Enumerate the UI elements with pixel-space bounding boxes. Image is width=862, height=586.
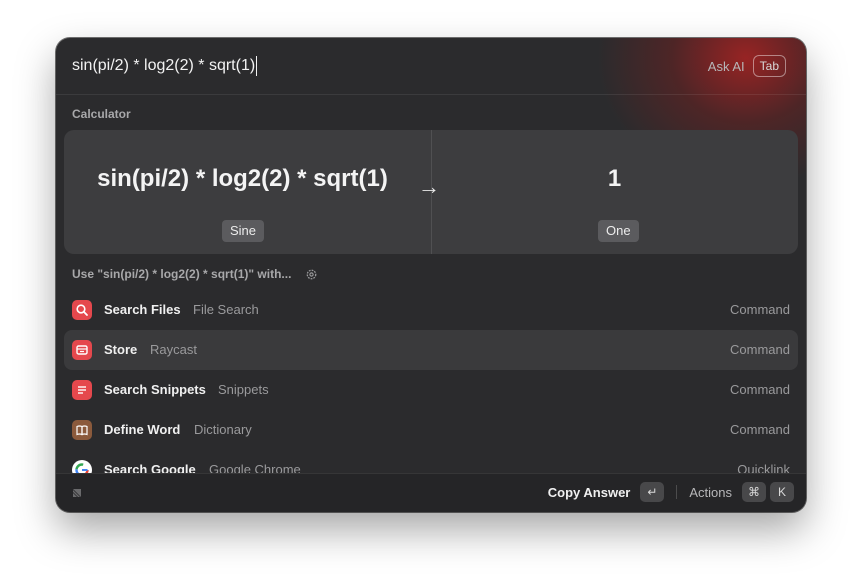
results-list: Search Files File Search Command Store R… [56, 290, 806, 473]
search-input[interactable]: sin(pi/2) * log2(2) * sqrt(1) [72, 55, 258, 77]
list-item-accessory: Quicklink [737, 462, 790, 473]
list-item-subtitle: File Search [193, 302, 259, 317]
k-key-hint: K [770, 482, 794, 502]
tab-key-hint: Tab [752, 55, 786, 77]
store-icon [72, 340, 92, 360]
list-item-subtitle: Snippets [218, 382, 269, 397]
list-item[interactable]: Store Raycast Command [64, 330, 798, 370]
list-item-title: Search Google [104, 462, 196, 473]
result-tag: One [598, 220, 639, 242]
copy-answer-button[interactable]: Copy Answer [548, 485, 631, 500]
search-bar: sin(pi/2) * log2(2) * sqrt(1) Ask AI Tab [56, 38, 806, 95]
calculator-section-title: Calculator [72, 107, 131, 121]
list-item-subtitle: Google Chrome [209, 462, 301, 473]
gear-icon[interactable] [305, 268, 318, 281]
list-item-accessory: Command [730, 422, 790, 437]
text-caret [256, 56, 258, 76]
ask-ai-label: Ask AI [707, 58, 745, 74]
list-item-accessory: Command [730, 342, 790, 357]
list-item-title: Search Snippets [104, 382, 206, 397]
list-item[interactable]: Search Google Google Chrome Quicklink [64, 450, 798, 473]
search-query-text: sin(pi/2) * log2(2) * sqrt(1) [72, 57, 256, 74]
list-item-subtitle: Dictionary [194, 422, 252, 437]
raycast-logo-icon[interactable] [68, 484, 86, 502]
list-item-title: Define Word [104, 422, 181, 437]
calculator-card[interactable]: sin(pi/2) * log2(2) * sqrt(1) → 1 Sine O… [64, 130, 798, 254]
calculator-expression: sin(pi/2) * log2(2) * sqrt(1) [97, 165, 388, 192]
list-item-accessory: Command [730, 302, 790, 317]
return-key-hint: ↵ [640, 482, 665, 502]
list-item-title: Store [104, 342, 138, 357]
google-icon [72, 460, 92, 473]
action-bar-right: Copy Answer ↵ Actions ⌘ K [548, 482, 794, 502]
actions-button[interactable]: Actions [689, 485, 732, 500]
list-item[interactable]: Search Files File Search Command [64, 290, 798, 330]
book-icon [72, 420, 92, 440]
list-item-title: Search Files [104, 302, 181, 317]
raycast-window: sin(pi/2) * log2(2) * sqrt(1) Ask AI Tab… [56, 38, 806, 512]
list-item[interactable]: Search Snippets Snippets Command [64, 370, 798, 410]
calculator-result: 1 [607, 165, 622, 192]
list-item-accessory: Command [730, 382, 790, 397]
snippets-icon [72, 380, 92, 400]
use-with-label: Use "sin(pi/2) * log2(2) * sqrt(1)" with… [72, 267, 292, 281]
action-bar: Copy Answer ↵ Actions ⌘ K [56, 473, 806, 512]
use-with-header: Use "sin(pi/2) * log2(2) * sqrt(1)" with… [72, 267, 318, 281]
list-item-subtitle: Raycast [150, 342, 197, 357]
ask-ai-button[interactable]: Ask AI Tab [708, 55, 786, 77]
expression-tag: Sine [222, 220, 265, 242]
command-key-hint: ⌘ [742, 482, 766, 502]
action-bar-separator [676, 485, 678, 499]
magnifier-icon [72, 300, 92, 320]
list-item[interactable]: Define Word Dictionary Command [64, 410, 798, 450]
